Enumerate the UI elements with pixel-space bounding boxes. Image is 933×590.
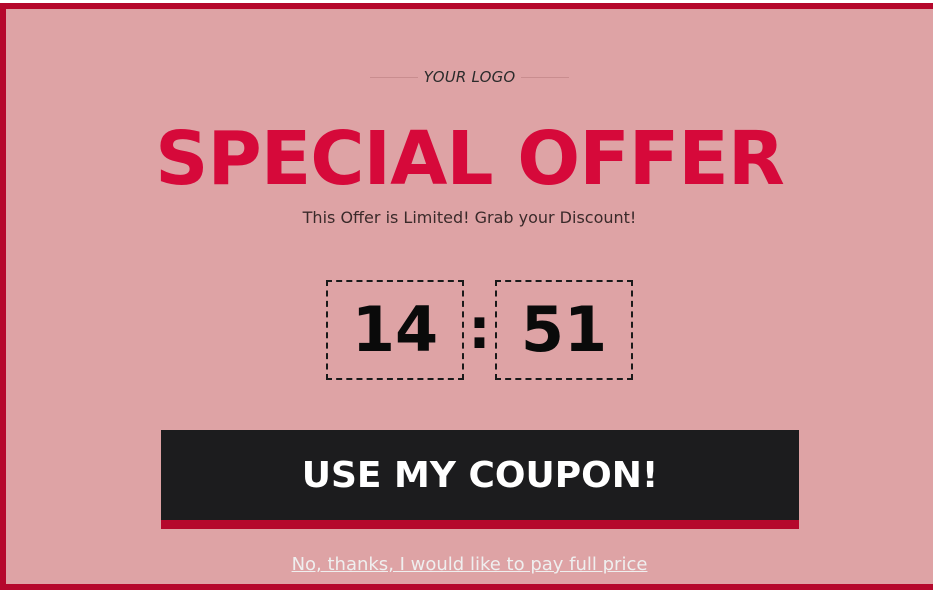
- decline-link[interactable]: No, thanks, I would like to pay full pri…: [6, 554, 933, 575]
- logo-divider-right: [521, 76, 570, 78]
- offer-headline: SPECIAL OFFER: [155, 116, 785, 202]
- logo-text: YOUR LOGO: [423, 68, 516, 86]
- offer-popup: YOUR LOGO SPECIAL OFFER This Offer is Li…: [0, 3, 933, 590]
- timer-minutes: 14: [326, 279, 464, 380]
- timer-separator: :: [468, 296, 491, 362]
- offer-subheadline: This Offer is Limited! Grab your Discoun…: [302, 208, 637, 227]
- logo: YOUR LOGO: [6, 65, 933, 89]
- logo-divider-left: [369, 76, 418, 78]
- countdown-timer: 14 : 51: [326, 278, 633, 381]
- use-coupon-button[interactable]: USE MY COUPON!: [161, 430, 799, 529]
- timer-seconds: 51: [495, 279, 633, 380]
